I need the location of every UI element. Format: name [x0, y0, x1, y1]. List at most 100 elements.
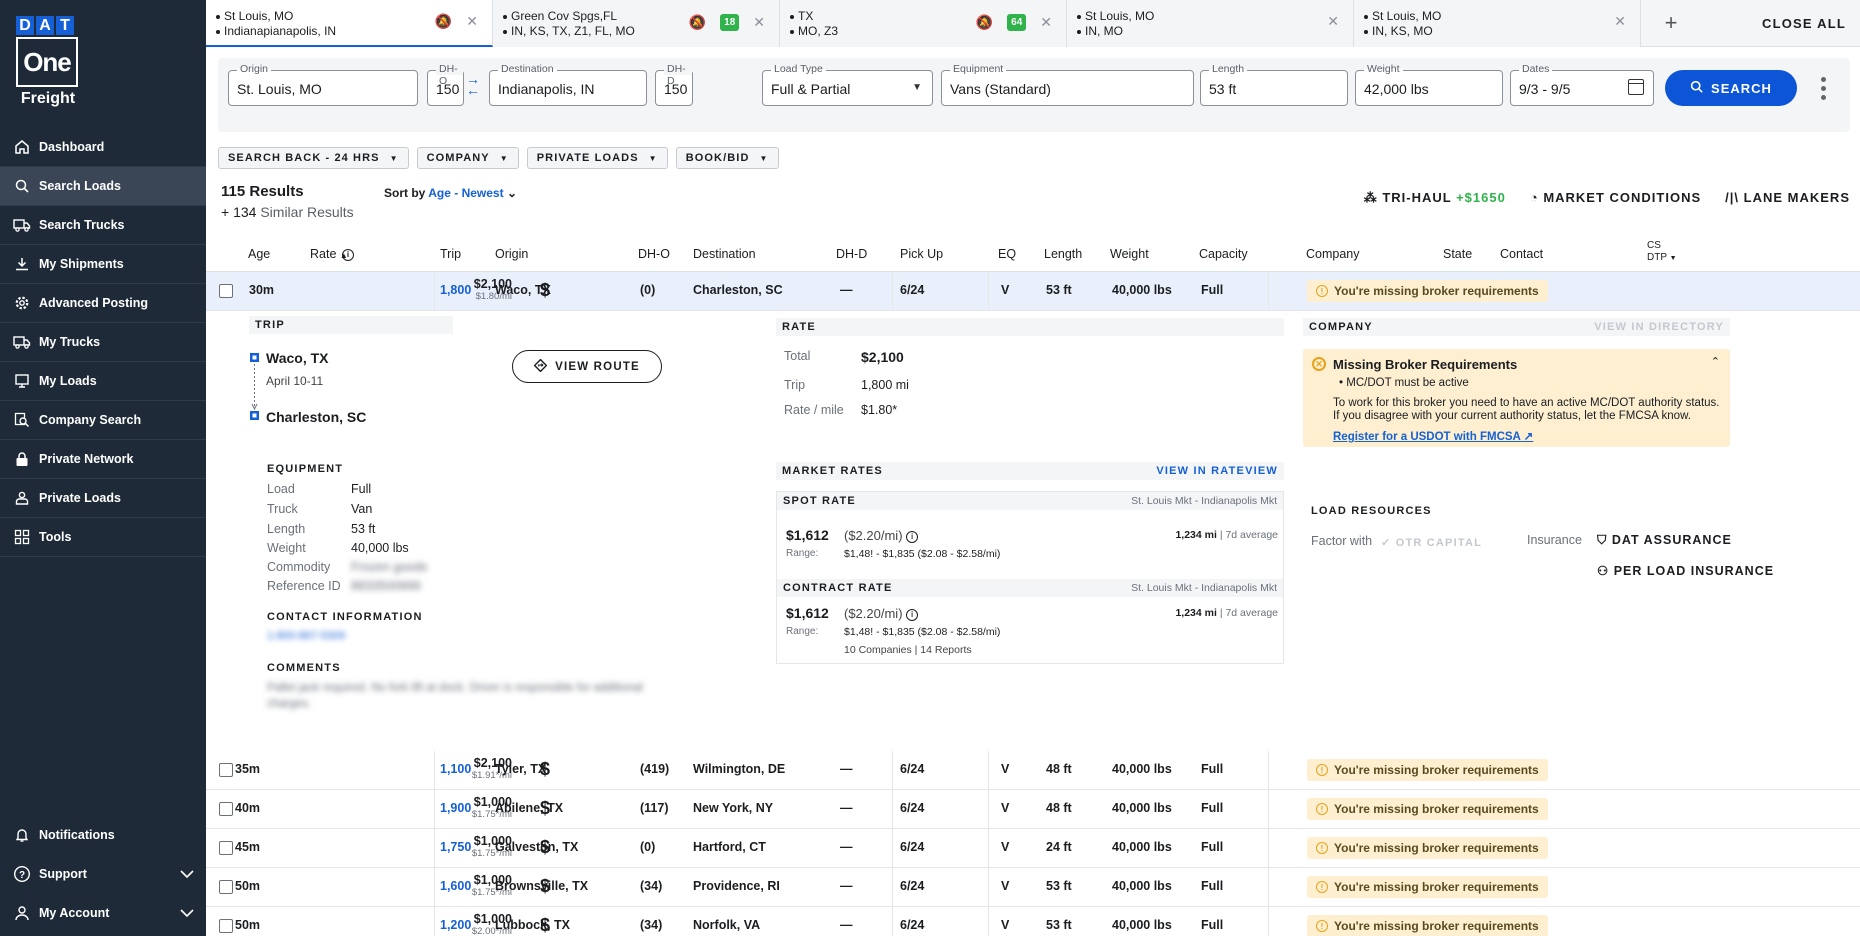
row-trip[interactable]: 1,900: [440, 801, 471, 815]
search-tab-5[interactable]: St Louis, MO IN, KS, MO ✕: [1354, 0, 1641, 47]
close-icon[interactable]: ✕: [1327, 14, 1339, 29]
col-state[interactable]: State: [1443, 247, 1472, 261]
swap-arrows-icon[interactable]: → ←: [466, 72, 480, 97]
contact-phone[interactable]: 1-800-867-5309: [267, 630, 345, 642]
bell-off-icon[interactable]: 🔕: [689, 15, 706, 30]
col-dh-o[interactable]: DH-O: [638, 247, 670, 261]
broker-requirements-badge[interactable]: ! You're missing broker requirements: [1307, 915, 1548, 936]
search-button[interactable]: SEARCH: [1665, 70, 1797, 106]
sidebar-item-private-loads[interactable]: Private Loads: [0, 479, 206, 518]
broker-requirements-badge[interactable]: ! You're missing broker requirements: [1307, 837, 1548, 859]
row-checkbox[interactable]: [219, 841, 233, 855]
tri-haul-button[interactable]: ⁂ TRI-HAUL +$1650: [1364, 190, 1506, 206]
col-origin[interactable]: Origin: [495, 247, 528, 261]
col-destination[interactable]: Destination: [693, 247, 756, 261]
broker-requirements-badge[interactable]: ! You're missing broker requirements: [1307, 798, 1548, 820]
filter-search-back[interactable]: SEARCH BACK - 24 HRS ▼: [218, 147, 409, 169]
table-row[interactable]: 50m $1,000 $2.00*/mi $ 1,200 Lubbock, TX …: [206, 907, 1860, 936]
filter-company[interactable]: COMPANY ▼: [416, 147, 519, 169]
sidebar-item-company-search[interactable]: Company Search: [0, 401, 206, 440]
row-trip[interactable]: 1,800: [440, 283, 471, 297]
col-cs-dtp[interactable]: CS DTP ▼: [1647, 240, 1677, 265]
sidebar-item-advanced-posting[interactable]: Advanced Posting: [0, 284, 206, 323]
equipment-input[interactable]: Equipment Vans (Standard): [941, 63, 1194, 106]
close-icon[interactable]: ✕: [1040, 15, 1052, 30]
sidebar-item-my-account[interactable]: My Account: [0, 893, 206, 932]
view-in-rateview-link[interactable]: VIEW IN RATEVIEW: [1156, 465, 1278, 477]
length-input[interactable]: Length 53 ft: [1200, 63, 1348, 106]
load-type-select[interactable]: Load Type Full & Partial ▼: [762, 63, 933, 106]
info-icon[interactable]: i: [342, 247, 354, 261]
sidebar-item-dashboard[interactable]: Dashboard: [0, 128, 206, 167]
sort-control[interactable]: Sort by Age - Newest ⌄: [384, 186, 517, 200]
info-icon[interactable]: i: [906, 530, 919, 543]
col-length[interactable]: Length: [1044, 247, 1082, 261]
market-conditions-button[interactable]: ◔ MARKET CONDITIONS: [1530, 190, 1701, 206]
col-company[interactable]: Company: [1306, 247, 1360, 261]
sidebar-item-tools[interactable]: Tools: [0, 518, 206, 557]
bell-off-icon[interactable]: 🔕: [435, 14, 452, 29]
col-dh-d[interactable]: DH-D: [836, 247, 867, 261]
origin-input[interactable]: Origin St. Louis, MO: [228, 63, 418, 106]
row-checkbox[interactable]: [219, 802, 233, 816]
sidebar-item-my-shipments[interactable]: My Shipments: [0, 245, 206, 284]
sidebar-item-my-trucks[interactable]: My Trucks: [0, 323, 206, 362]
close-icon[interactable]: ✕: [1614, 14, 1626, 29]
filter-private-loads[interactable]: PRIVATE LOADS ▼: [526, 147, 668, 169]
row-checkbox[interactable]: [219, 284, 233, 298]
search-tab-2[interactable]: Green Cov Spgs,FL IN, KS, TX, Z1, FL, MO…: [493, 0, 780, 47]
table-row[interactable]: 45m $1,000 $1.75*/mi $ 1,750 Galveston, T…: [206, 829, 1860, 868]
table-row[interactable]: 35m $2,100 $1.91*/mi $ 1,100 Tyler, TX (4…: [206, 751, 1860, 790]
col-pick-up[interactable]: Pick Up: [900, 247, 943, 261]
per-load-insurance-link[interactable]: ⚇ PER LOAD INSURANCE: [1597, 563, 1774, 578]
sidebar-item-search-trucks[interactable]: Search Trucks: [0, 206, 206, 245]
add-tab-button[interactable]: +: [1641, 0, 1701, 46]
table-row[interactable]: 40m $1,000 $1.75*/mi $ 1,900 Abilene, TX …: [206, 790, 1860, 829]
chevron-up-icon[interactable]: ⌃: [1711, 355, 1720, 368]
sidebar-item-notifications[interactable]: Notifications: [0, 815, 206, 854]
lane-makers-button[interactable]: /|\ LANE MAKERS: [1725, 190, 1850, 206]
row-trip[interactable]: 1,200: [440, 918, 471, 932]
calendar-icon[interactable]: [1628, 79, 1644, 95]
register-usdot-link[interactable]: Register for a USDOT with FMCSA ↗: [1333, 429, 1533, 443]
sidebar-item-private-network[interactable]: Private Network: [0, 440, 206, 479]
close-all-button[interactable]: CLOSE ALL: [1762, 0, 1860, 46]
dates-input[interactable]: Dates 9/3 - 9/5: [1510, 63, 1654, 106]
weight-input[interactable]: Weight 42,000 lbs: [1355, 63, 1503, 106]
broker-requirements-badge[interactable]: ! You're missing broker requirements: [1307, 280, 1548, 302]
filter-book-bid[interactable]: BOOK/BID ▼: [675, 147, 779, 169]
dat-assurance-link[interactable]: ⛉ DAT ASSURANCE: [1597, 533, 1732, 548]
factor-otr-capital[interactable]: ✓ OTR CAPITAL: [1381, 536, 1482, 549]
row-trip[interactable]: 1,600: [440, 879, 471, 893]
info-icon[interactable]: i: [906, 608, 919, 621]
chevron-down-icon[interactable]: [180, 867, 194, 881]
broker-requirements-badge[interactable]: ! You're missing broker requirements: [1307, 876, 1548, 898]
search-tab-1[interactable]: St Louis, MO Indianapianapolis, IN 🔕 ✕: [206, 0, 493, 47]
sidebar-item-search-loads[interactable]: Search Loads: [0, 167, 206, 206]
close-icon[interactable]: ✕: [466, 14, 478, 29]
search-tab-4[interactable]: St Louis, MO IN, MO ✕: [1067, 0, 1354, 47]
chevron-down-icon[interactable]: [180, 906, 194, 920]
destination-input[interactable]: Destination Indianapolis, IN: [489, 63, 647, 106]
row-checkbox[interactable]: [219, 919, 233, 933]
col-weight[interactable]: Weight: [1110, 247, 1149, 261]
dat-one-logo[interactable]: D A T One Freight: [16, 16, 80, 108]
sidebar-item-support[interactable]: ? Support: [0, 854, 206, 893]
sidebar-item-my-loads[interactable]: My Loads: [0, 362, 206, 401]
col-contact[interactable]: Contact: [1500, 247, 1543, 261]
row-trip[interactable]: 1,750: [440, 840, 471, 854]
dh-destination-input[interactable]: DH-D 150: [655, 63, 693, 106]
search-tab-3[interactable]: TX MO, Z3 🔕 64 ✕: [780, 0, 1067, 47]
view-route-button[interactable]: VIEW ROUTE: [512, 350, 662, 383]
col-eq[interactable]: EQ: [998, 247, 1016, 261]
col-capacity[interactable]: Capacity: [1199, 247, 1248, 261]
dh-origin-input[interactable]: DH-O 150: [427, 63, 464, 106]
table-row[interactable]: 50m $1,000 $1.75*/mi $ 1,600 Brownsville,…: [206, 868, 1860, 907]
col-age[interactable]: Age: [248, 247, 270, 261]
close-icon[interactable]: ✕: [753, 15, 765, 30]
row-trip[interactable]: 1,100: [440, 762, 471, 776]
similar-results-link[interactable]: + 134 Similar Results: [221, 204, 354, 220]
col-trip[interactable]: Trip: [440, 247, 461, 261]
row-checkbox[interactable]: [219, 880, 233, 894]
bell-off-icon[interactable]: 🔕: [976, 15, 993, 30]
